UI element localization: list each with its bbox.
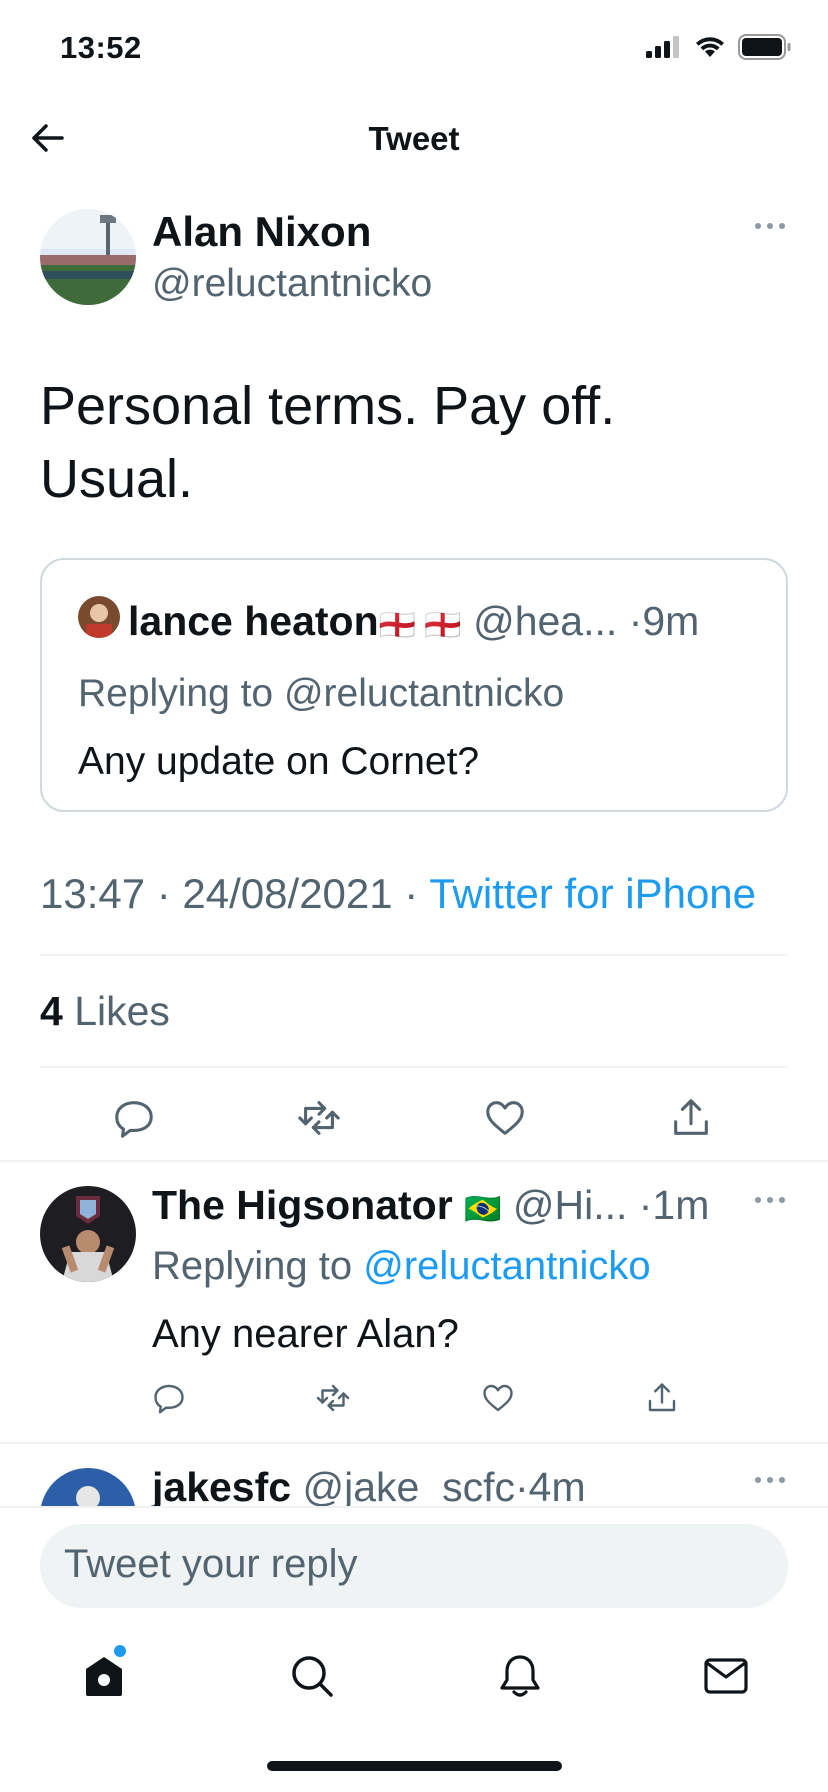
status-icons <box>646 34 792 60</box>
comment-icon <box>154 1384 184 1414</box>
reply-reply-button[interactable] <box>151 1380 187 1416</box>
quoted-tweet[interactable]: lance heaton🏴󠁧󠁢󠁥󠁮󠁧󠁿 🏴󠁧󠁢󠁥󠁮󠁧󠁿 @hea... ·9m … <box>40 558 788 812</box>
quote-author-handle: @hea... <box>473 598 618 644</box>
quote-time: ·9m <box>628 598 700 644</box>
reply-flag: 🇧🇷 <box>464 1193 502 1226</box>
author-handle[interactable]: @reluctantnicko <box>152 262 432 306</box>
retweet-button[interactable] <box>296 1095 342 1141</box>
reply-more-button[interactable] <box>754 1476 786 1484</box>
reply-time: ·1m <box>638 1182 710 1228</box>
comment-icon <box>115 1101 153 1138</box>
reply-composer-input[interactable]: Tweet your reply <box>40 1524 788 1608</box>
more-horizontal-icon <box>755 1477 785 1483</box>
reply-header: The Higsonator 🇧🇷 @Hi... ·1m <box>152 1182 709 1229</box>
tweet-text: Personal terms. Pay off. Usual. <box>40 370 780 516</box>
reply-author-name[interactable]: The Higsonator <box>152 1182 453 1228</box>
more-horizontal-icon <box>755 223 785 229</box>
reply-avatar <box>40 1468 136 1506</box>
signal-icon <box>646 36 679 58</box>
likes-count: 4 <box>40 988 63 1034</box>
reply-text: Any nearer Alan? <box>152 1312 459 1356</box>
tweet-actions <box>0 1095 828 1141</box>
tweet-timestamp: 13:47 · 24/08/2021 · <box>40 870 430 917</box>
heart-icon <box>486 1101 524 1135</box>
tweet-meta: 13:47 · 24/08/2021 · Twitter for iPhone <box>40 870 756 918</box>
reply-retweet-button[interactable] <box>315 1380 351 1416</box>
bell-icon <box>500 1655 540 1697</box>
author-avatar[interactable] <box>40 209 136 305</box>
heart-icon <box>483 1384 513 1412</box>
home-notification-dot <box>114 1645 126 1657</box>
reply-time: ·4m <box>515 1464 586 1506</box>
home-icon <box>86 1657 122 1696</box>
page-title: Tweet <box>368 120 460 157</box>
search-icon <box>292 1656 333 1697</box>
reply-share-button[interactable] <box>644 1380 680 1416</box>
tweet-more-button[interactable] <box>754 222 786 230</box>
likes-link[interactable]: 4 Likes <box>40 988 170 1035</box>
mail-icon <box>704 1658 748 1694</box>
replying-handle-link[interactable]: @reluctantnicko <box>363 1244 650 1288</box>
quote-text: Any update on Cornet? <box>78 740 480 783</box>
tab-home[interactable] <box>80 1652 128 1700</box>
more-horizontal-icon <box>755 1197 785 1203</box>
divider <box>0 1506 828 1508</box>
likes-label: Likes <box>74 988 170 1034</box>
replying-prefix: Replying to <box>152 1244 364 1288</box>
share-icon <box>674 1099 708 1135</box>
status-time: 13:52 <box>60 30 142 65</box>
reply-actions <box>0 1380 828 1416</box>
tab-notifications[interactable] <box>496 1652 544 1700</box>
like-button[interactable] <box>482 1095 528 1141</box>
reply-like-button[interactable] <box>480 1380 516 1416</box>
retweet-icon <box>298 1101 340 1135</box>
retweet-icon <box>316 1384 350 1412</box>
tab-messages[interactable] <box>702 1652 750 1700</box>
wifi-icon <box>696 37 724 57</box>
author-name[interactable]: Alan Nixon <box>152 208 371 256</box>
tweet-text-line: Personal terms. Pay off. <box>40 376 616 436</box>
composer-placeholder: Tweet your reply <box>64 1542 358 1586</box>
home-indicator <box>267 1761 562 1771</box>
divider <box>40 954 788 956</box>
quote-header: lance heaton🏴󠁧󠁢󠁥󠁮󠁧󠁿 🏴󠁧󠁢󠁥󠁮󠁧󠁿 @hea... ·9m <box>128 598 699 645</box>
share-icon <box>648 1383 676 1412</box>
tweet-source-link[interactable]: Twitter for iPhone <box>429 870 756 917</box>
tweet-text-line: Usual. <box>40 449 194 509</box>
quote-flags: 🏴󠁧󠁢󠁥󠁮󠁧󠁿 🏴󠁧󠁢󠁥󠁮󠁧󠁿 <box>378 609 462 642</box>
battery-icon <box>738 34 791 60</box>
quote-replying-to: Replying to @reluctantnicko <box>78 672 565 715</box>
reply-replying-to: Replying to @reluctantnicko <box>152 1244 651 1289</box>
tab-search[interactable] <box>288 1652 336 1700</box>
reply-avatar[interactable] <box>40 1186 136 1282</box>
divider <box>0 1160 828 1162</box>
reply-button[interactable] <box>111 1095 157 1141</box>
reply-author-handle[interactable]: @Hi... <box>513 1182 628 1228</box>
quote-author-name: lance heaton <box>128 598 379 644</box>
divider <box>40 1066 788 1068</box>
share-button[interactable] <box>668 1095 714 1141</box>
reply-header: jakesfc @jake_scfc·4m <box>152 1464 586 1506</box>
reply-author-name[interactable]: jakesfc <box>152 1464 291 1506</box>
reply-author-handle[interactable]: @jake_scfc <box>302 1464 515 1506</box>
quote-avatar <box>78 596 120 638</box>
reply-item[interactable]: jakesfc @jake_scfc·4m <box>0 1444 828 1506</box>
reply-more-button[interactable] <box>754 1196 786 1204</box>
